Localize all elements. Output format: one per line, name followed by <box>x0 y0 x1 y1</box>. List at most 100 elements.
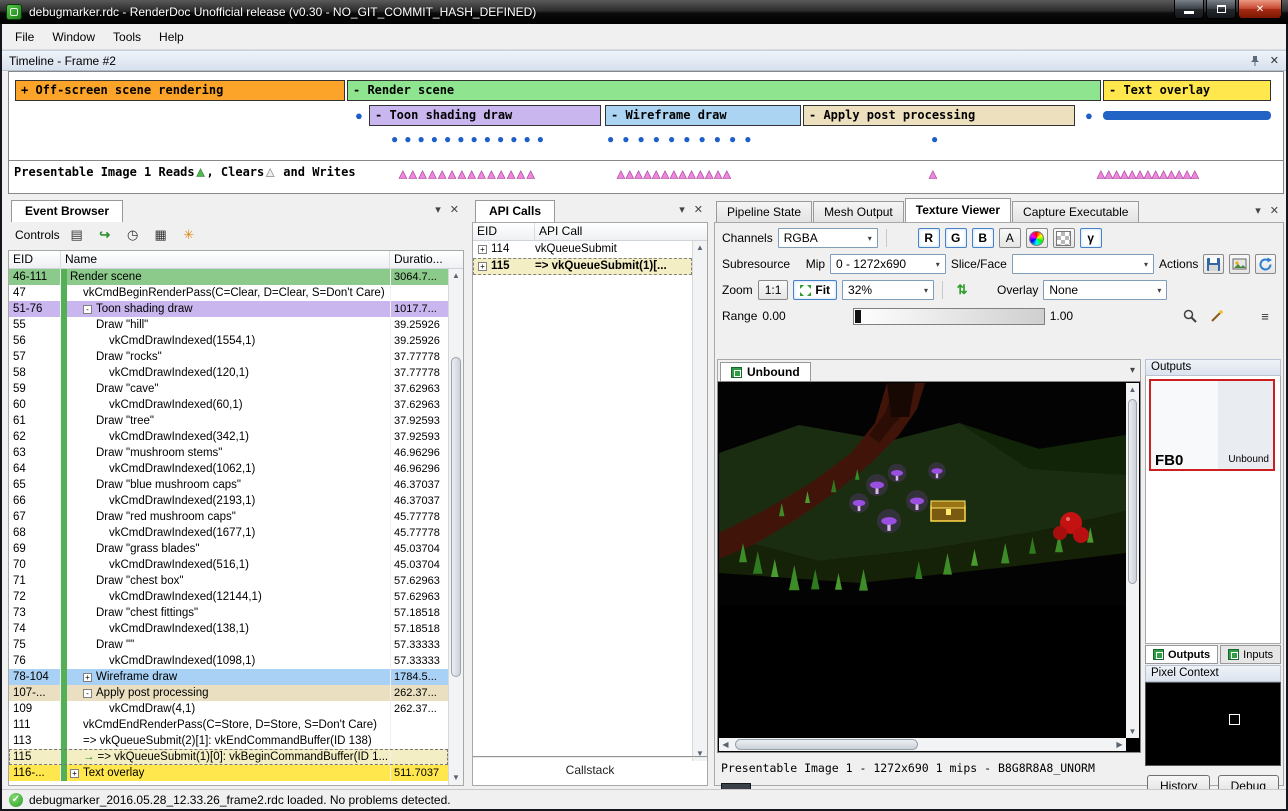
background-checker-button[interactable] <box>1053 228 1075 248</box>
event-row[interactable]: 115→=> vkQueueSubmit(1)[0]: vkBeginComma… <box>9 749 448 765</box>
event-row[interactable]: 68vkCmdDrawIndexed(1677,1)45.77778 <box>9 525 448 541</box>
scroll-right-icon[interactable]: ▶ <box>1113 738 1126 751</box>
event-row[interactable]: 113=> vkQueueSubmit(2)[1]: vkEndCommandB… <box>9 733 448 749</box>
event-row[interactable]: 57Draw "rocks"37.77778 <box>9 349 448 365</box>
channel-alpha-button[interactable]: A <box>999 228 1021 248</box>
minimize-button[interactable] <box>1174 0 1204 19</box>
timeline-event-dot[interactable]: ● <box>1085 109 1093 122</box>
autofit-range-button[interactable] <box>1206 306 1228 326</box>
scroll-down-icon[interactable]: ▼ <box>1126 725 1139 738</box>
event-row[interactable]: 111vkCmdEndRenderPass(C=Store, D=Store, … <box>9 717 448 733</box>
timeline-event-dot[interactable]: ● <box>355 109 363 122</box>
collapse-icon[interactable]: - <box>83 305 92 314</box>
event-row[interactable]: 116-...+Text overlay511.7037 <box>9 765 448 781</box>
expand-icon[interactable]: + <box>478 245 487 254</box>
tab-outputs[interactable]: Outputs <box>1145 645 1218 664</box>
zoom-range-button[interactable] <box>1179 306 1201 326</box>
event-scrollbar[interactable]: ▲ ▼ <box>448 269 463 785</box>
goto-eid-icon[interactable]: ↪ <box>94 225 116 245</box>
expand-icon[interactable]: + <box>478 262 487 271</box>
tab-event-browser[interactable]: Event Browser <box>11 200 123 222</box>
event-row[interactable]: 65Draw "blue mushroom caps"46.37037 <box>9 477 448 493</box>
col-eid[interactable]: EID <box>473 223 535 240</box>
menu-help[interactable]: Help <box>150 26 193 48</box>
col-duration[interactable]: Duratio... <box>390 251 463 268</box>
event-row[interactable]: 66vkCmdDrawIndexed(2193,1)46.37037 <box>9 493 448 509</box>
overlay-select[interactable]: None ▾ <box>1043 280 1167 300</box>
range-slider[interactable] <box>853 308 1045 325</box>
timeline-close-icon[interactable]: ✕ <box>1270 54 1279 67</box>
event-row[interactable]: 78-104+Wireframe draw1784.5... <box>9 669 448 685</box>
event-row[interactable]: 76vkCmdDrawIndexed(1098,1)57.33333 <box>9 653 448 669</box>
panel-close-icon[interactable]: ✕ <box>1270 204 1279 217</box>
event-row[interactable]: 51-76-Toon shading draw1017.7... <box>9 301 448 317</box>
channels-select[interactable]: RGBA ▾ <box>778 228 878 248</box>
zoom-select[interactable]: 32% ▾ <box>842 280 934 300</box>
col-eid[interactable]: EID <box>9 251 61 268</box>
scroll-thumb[interactable] <box>1128 399 1137 584</box>
pixel-context-view[interactable] <box>1145 682 1281 766</box>
event-row[interactable]: 62vkCmdDrawIndexed(342,1)37.92593 <box>9 429 448 445</box>
panel-close-icon[interactable]: ✕ <box>450 203 459 216</box>
col-name[interactable]: Name <box>61 251 390 268</box>
event-row[interactable]: 75Draw ""57.33333 <box>9 637 448 653</box>
event-row[interactable]: 69Draw "grass blades"45.03704 <box>9 541 448 557</box>
timeline-marker-bar[interactable]: - Toon shading draw <box>369 105 601 126</box>
range-options-icon[interactable]: ≡ <box>1254 306 1276 326</box>
timeline-event-dots[interactable]: ●●●●●●●●●● <box>607 133 759 146</box>
event-row[interactable]: 56vkCmdDrawIndexed(1554,1)39.25926 <box>9 333 448 349</box>
timeline-toggle-icon[interactable]: ▤ <box>66 225 88 245</box>
event-row[interactable]: 109vkCmdDraw(4,1)262.37... <box>9 701 448 717</box>
event-row[interactable]: 63Draw "mushroom stems"46.96296 <box>9 445 448 461</box>
scroll-up-icon[interactable]: ▲ <box>693 241 707 255</box>
texture-tab-unbound[interactable]: Unbound <box>720 362 811 381</box>
api-call-row[interactable]: +115=> vkQueueSubmit(1)[... <box>473 258 692 275</box>
event-row[interactable]: 74vkCmdDrawIndexed(138,1)57.18518 <box>9 621 448 637</box>
event-row[interactable]: 71Draw "chest box"57.62963 <box>9 573 448 589</box>
tab-inputs[interactable]: Inputs <box>1220 645 1281 664</box>
event-row[interactable]: 58vkCmdDrawIndexed(120,1)37.77778 <box>9 365 448 381</box>
timeline-header[interactable]: Timeline - Frame #2 ✕ <box>2 50 1286 71</box>
texture-canvas[interactable]: ◀ ▶ ▲ ▼ <box>717 381 1141 753</box>
maximize-button[interactable] <box>1206 0 1236 19</box>
callstack-label[interactable]: Callstack <box>473 756 707 777</box>
slice-face-select[interactable]: ▾ <box>1012 254 1154 274</box>
pin-icon[interactable] <box>1249 55 1260 67</box>
api-scrollbar[interactable]: ▲ ▼ <box>692 241 707 761</box>
stats-icon[interactable]: ▦ <box>150 225 172 245</box>
time-durations-icon[interactable]: ◷ <box>122 225 144 245</box>
range-slider-handle[interactable] <box>855 310 861 323</box>
bookmark-icon[interactable]: ✳ <box>178 225 200 245</box>
fb0-thumbnail[interactable]: FB0 Unbound <box>1149 379 1275 471</box>
tab-texture-viewer[interactable]: Texture Viewer <box>905 198 1011 222</box>
scroll-thumb[interactable] <box>735 739 918 750</box>
title-bar[interactable]: debugmarker.rdc - RenderDoc Unofficial r… <box>0 0 1288 24</box>
timeline-marker-bar[interactable]: + Off-screen scene rendering <box>15 80 345 101</box>
refresh-button[interactable] <box>1255 254 1276 274</box>
expand-icon[interactable]: + <box>83 673 92 682</box>
scroll-left-icon[interactable]: ◀ <box>719 738 732 751</box>
event-row[interactable]: 67Draw "red mushroom caps"45.77778 <box>9 509 448 525</box>
flip-y-icon[interactable]: ⇅ <box>951 280 973 300</box>
tab-api-calls[interactable]: API Calls <box>475 200 555 222</box>
mip-select[interactable]: 0 - 1272x690 ▾ <box>830 254 946 274</box>
event-row[interactable]: 61Draw "tree"37.92593 <box>9 413 448 429</box>
scroll-up-icon[interactable]: ▲ <box>449 269 463 283</box>
texture-tab-list-icon[interactable]: ▾ <box>1130 365 1135 376</box>
channel-green-button[interactable]: G <box>945 228 967 248</box>
event-row[interactable]: 73Draw "chest fittings"57.18518 <box>9 605 448 621</box>
api-call-row[interactable]: +114vkQueueSubmit <box>473 241 692 258</box>
col-api-call[interactable]: API Call <box>535 223 707 240</box>
event-row[interactable]: 59Draw "cave"37.62963 <box>9 381 448 397</box>
event-row[interactable]: 107-...-Apply post processing262.37... <box>9 685 448 701</box>
texture-vscrollbar[interactable]: ▲ ▼ <box>1126 383 1139 738</box>
scroll-up-icon[interactable]: ▲ <box>1126 383 1139 396</box>
menu-tools[interactable]: Tools <box>104 26 150 48</box>
panel-menu-icon[interactable]: ▾ <box>679 203 685 216</box>
scroll-thumb[interactable] <box>451 357 461 677</box>
expand-icon[interactable]: + <box>70 769 79 778</box>
panel-menu-icon[interactable]: ▾ <box>1255 204 1261 217</box>
event-row[interactable]: 60vkCmdDrawIndexed(60,1)37.62963 <box>9 397 448 413</box>
timeline-range-bar[interactable] <box>1103 111 1271 120</box>
menu-file[interactable]: File <box>6 26 43 48</box>
